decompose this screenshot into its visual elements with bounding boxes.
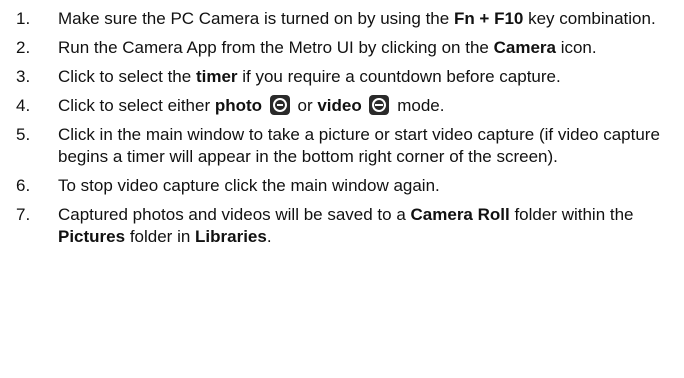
step-text: folder within the	[509, 205, 634, 224]
step-number: 4.	[16, 96, 31, 115]
key-combination: Fn + F10	[453, 9, 524, 28]
step-number: 5.	[16, 125, 31, 144]
camera-app-name: Camera	[493, 38, 556, 57]
step-number: 1.	[16, 9, 31, 28]
step-text: Run the Camera App from the Metro UI by …	[58, 38, 494, 57]
list-item: 2. Run the Camera App from the Metro UI …	[16, 37, 674, 59]
step-text: or	[292, 96, 318, 115]
pictures-folder: Pictures	[58, 227, 126, 246]
list-item: 4. Click to select either photo or video…	[16, 95, 674, 117]
list-item: 3. Click to select the timer if you requ…	[16, 66, 674, 88]
step-text: icon.	[555, 38, 597, 57]
camera-photo-icon	[269, 95, 290, 115]
steps-list: 1. Make sure the PC Camera is turned on …	[16, 8, 674, 248]
step-number: 3.	[16, 67, 31, 86]
step-number: 6.	[16, 176, 31, 195]
step-text: To stop video capture click the main win…	[58, 176, 440, 195]
camera-roll-folder: Camera Roll	[410, 205, 510, 224]
step-number: 7.	[16, 205, 31, 224]
instructions-document: 1. Make sure the PC Camera is turned on …	[0, 0, 684, 378]
list-item: 1. Make sure the PC Camera is turned on …	[16, 8, 674, 30]
step-text: Make sure the PC Camera is turned on by …	[58, 9, 454, 28]
step-text: Click to select the	[58, 67, 196, 86]
step-text: key combination.	[523, 9, 656, 28]
step-text: .	[266, 227, 272, 246]
camera-video-icon	[369, 95, 390, 115]
list-item: 7. Captured photos and videos will be sa…	[16, 204, 674, 248]
step-text: Click in the main window to take a pictu…	[58, 125, 660, 166]
step-number: 2.	[16, 38, 31, 57]
step-text: mode.	[392, 96, 445, 115]
step-text: if you require a countdown before captur…	[237, 67, 561, 86]
libraries-folder: Libraries	[195, 227, 267, 246]
step-text: Click to select either	[58, 96, 215, 115]
photo-term: photo	[214, 96, 263, 115]
list-item: 5. Click in the main window to take a pi…	[16, 124, 674, 168]
timer-term: timer	[195, 67, 238, 86]
step-text: folder in	[125, 227, 196, 246]
step-text: Captured photos and videos will be saved…	[58, 205, 411, 224]
video-term: video	[317, 96, 362, 115]
list-item: 6. To stop video capture click the main …	[16, 175, 674, 197]
